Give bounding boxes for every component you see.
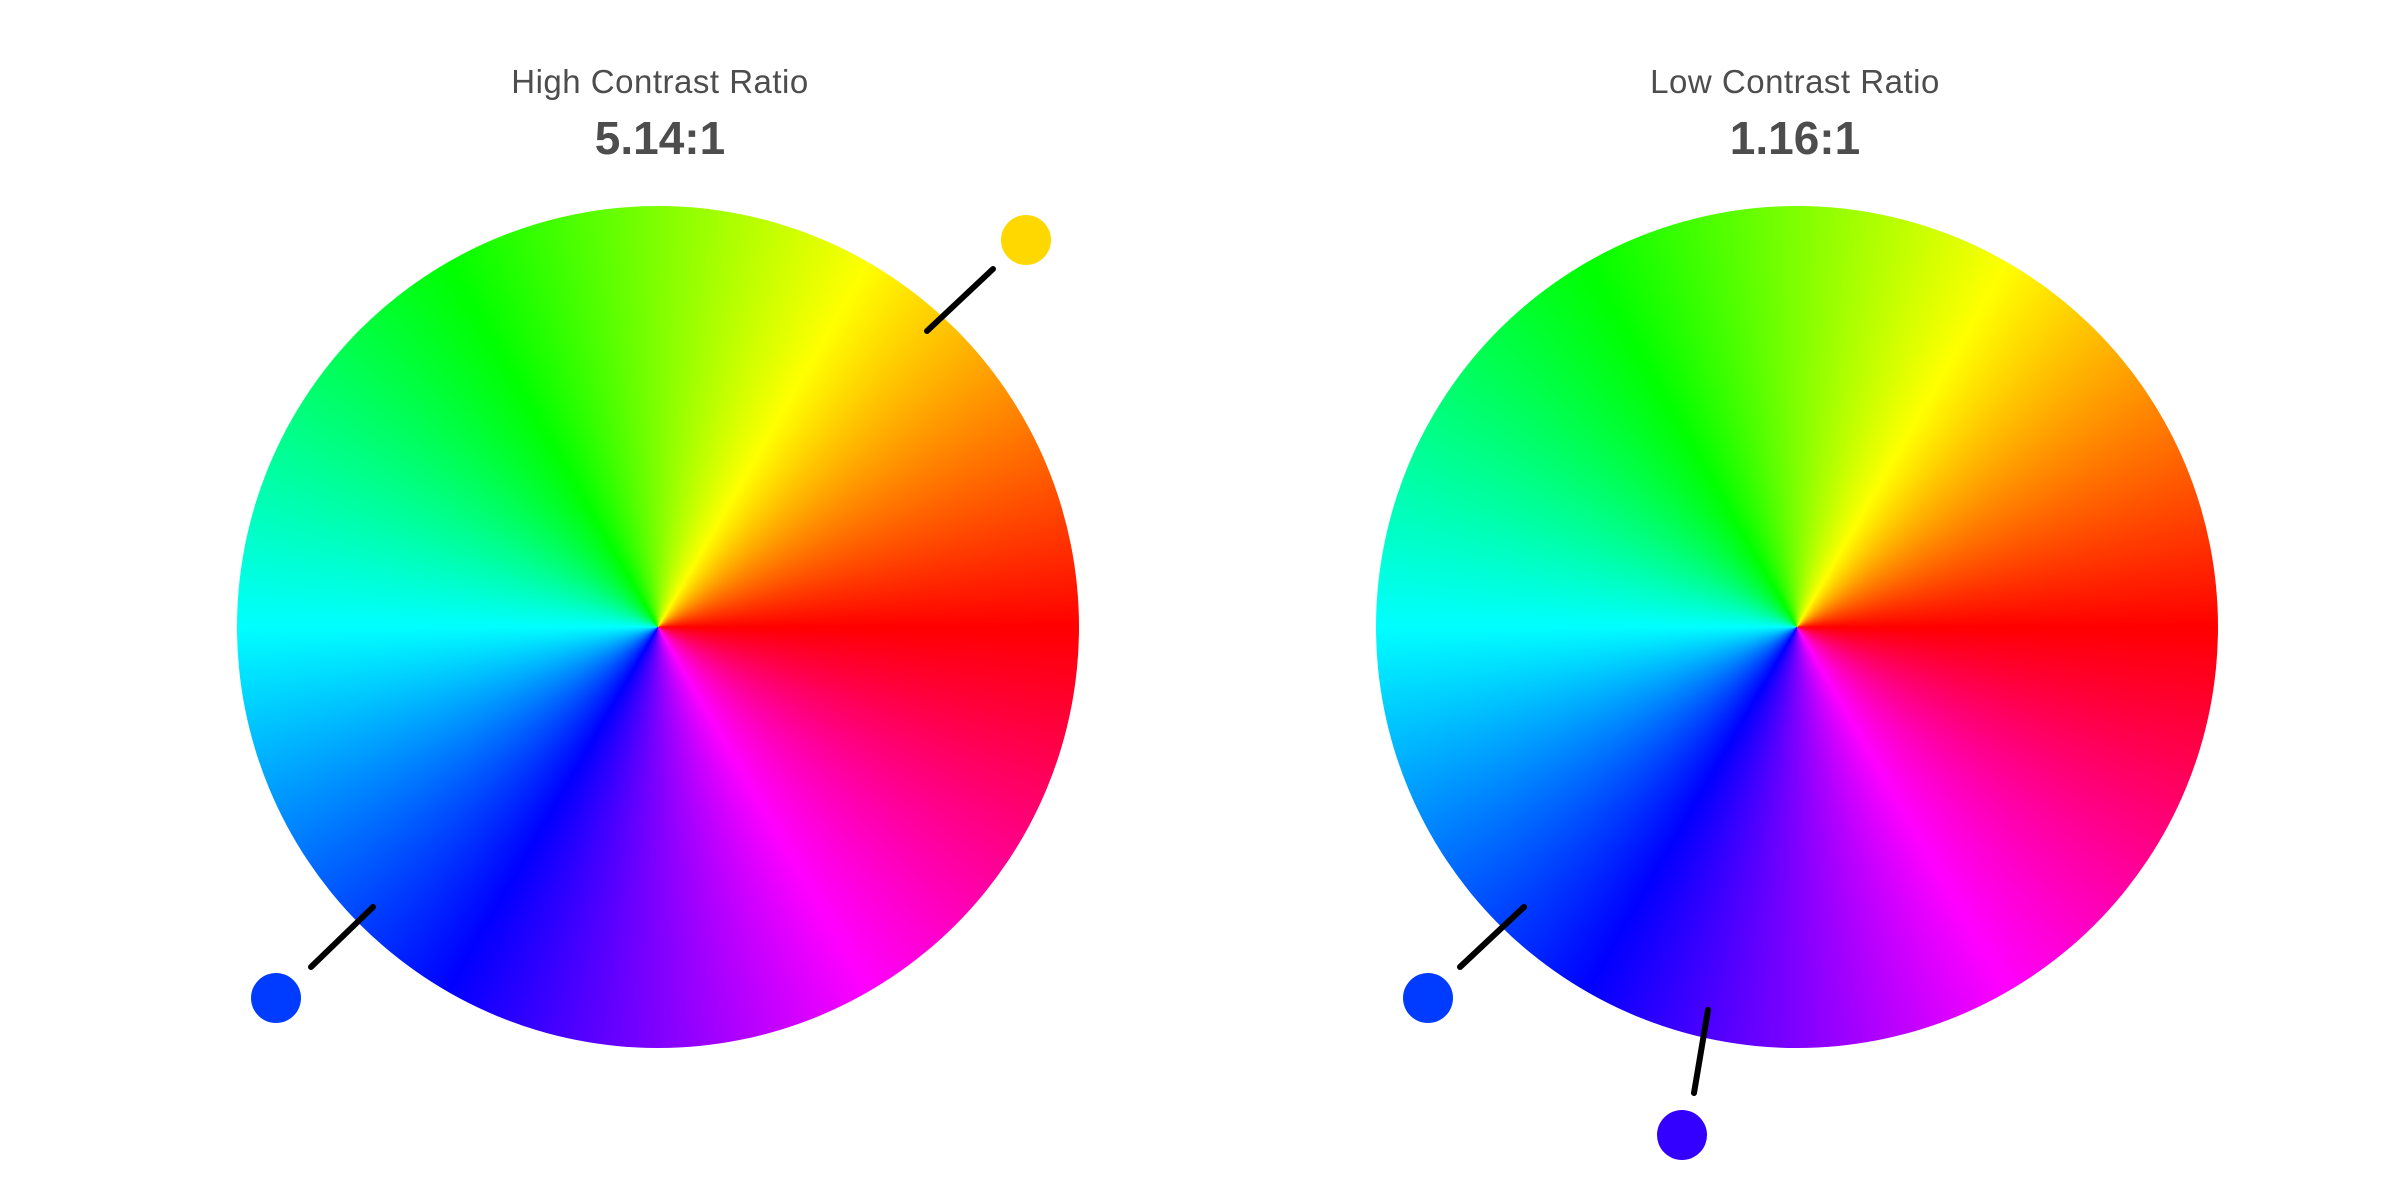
marker-dot[interactable] — [1001, 215, 1051, 265]
color-wheel[interactable] — [237, 206, 1079, 1048]
low-contrast-panel: Low Contrast Ratio 1.16:1 — [1200, 0, 2400, 1200]
color-wheel[interactable] — [1376, 206, 2218, 1048]
yellow-color-marker[interactable] — [924, 215, 1051, 334]
marker-connector — [308, 904, 376, 970]
contrast-ratio-value: 5.14:1 — [594, 112, 726, 164]
marker-dot[interactable] — [1403, 973, 1453, 1023]
panel-heading: High Contrast Ratio 5.14:1 — [360, 60, 960, 168]
blue-color-marker[interactable] — [1403, 904, 1527, 1023]
marker-connector — [924, 266, 996, 334]
marker-dot[interactable] — [251, 973, 301, 1023]
contrast-ratio-value: 1.16:1 — [1729, 112, 1861, 164]
marker-dot[interactable] — [1657, 1110, 1707, 1160]
panel-title: Low Contrast Ratio — [1650, 63, 1940, 100]
panel-title: High Contrast Ratio — [511, 63, 809, 100]
high-contrast-panel: High Contrast Ratio 5.14:1 — [0, 0, 1200, 1200]
blue-color-marker[interactable] — [251, 904, 376, 1023]
panel-heading: Low Contrast Ratio 1.16:1 — [1495, 60, 2095, 168]
